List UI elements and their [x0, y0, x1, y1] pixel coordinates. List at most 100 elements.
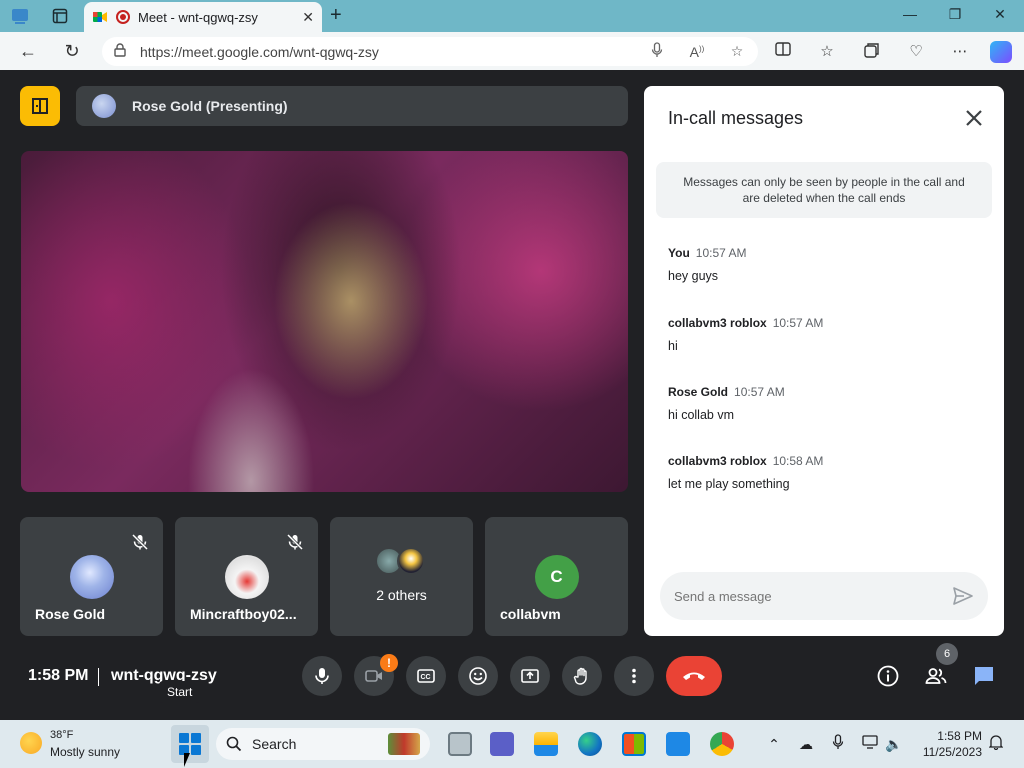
- tray-date[interactable]: 11/25/2023: [914, 745, 982, 759]
- start-tooltip: Start: [159, 681, 201, 703]
- participant-tile-mincraftboy[interactable]: Mincraftboy02...: [175, 517, 318, 636]
- mail-icon[interactable]: [666, 732, 690, 756]
- present-screen-icon: [521, 669, 539, 683]
- start-button[interactable]: [171, 725, 209, 763]
- chat-notice: Messages can only be seen by people in t…: [656, 162, 992, 218]
- message-text: let me play something: [668, 477, 790, 491]
- avatar: [69, 555, 114, 599]
- read-aloud-icon[interactable]: A)): [688, 44, 706, 60]
- chat-title: In-call messages: [668, 108, 804, 128]
- notification-bell-icon[interactable]: [986, 734, 1006, 754]
- tab-meet[interactable]: Meet - wnt-qgwq-zsy ✕: [84, 2, 322, 32]
- message-input-box[interactable]: [660, 572, 988, 620]
- new-tab-icon[interactable]: +: [330, 4, 342, 27]
- participant-tile-rose-gold[interactable]: Rose Gold: [20, 517, 163, 636]
- restore-icon[interactable]: ❐: [945, 6, 965, 23]
- search-icon: [226, 736, 242, 752]
- message-sender: collabvm3 roblox: [668, 316, 767, 330]
- participant-name: Mincraftboy02...: [190, 606, 297, 622]
- weather-description[interactable]: Mostly sunny: [50, 745, 120, 759]
- tab-close-icon[interactable]: ✕: [302, 9, 314, 26]
- in-call-messages-panel: In-call messages Messages can only be se…: [644, 86, 1004, 636]
- microphone-icon[interactable]: [648, 42, 666, 61]
- presenting-label: Rose Gold (Presenting): [132, 98, 288, 114]
- meet-favicon-icon: [92, 9, 108, 25]
- send-icon[interactable]: [952, 585, 974, 607]
- message-time: 10:57 AM: [772, 316, 824, 330]
- more-options-icon[interactable]: ⋯: [950, 42, 970, 62]
- microphone-button[interactable]: [302, 656, 342, 696]
- close-icon[interactable]: [962, 106, 986, 130]
- back-icon[interactable]: ←: [17, 41, 39, 63]
- weather-sun-icon[interactable]: [20, 732, 42, 754]
- chevron-up-icon[interactable]: ⌃: [764, 734, 784, 754]
- window-close-icon[interactable]: ✕: [990, 6, 1010, 23]
- reactions-button[interactable]: [458, 656, 498, 696]
- leave-call-button[interactable]: [666, 656, 722, 696]
- message-input[interactable]: [674, 588, 952, 604]
- participant-tile-collabvm[interactable]: C collabvm: [485, 517, 628, 636]
- participant-name: Rose Gold: [35, 606, 106, 622]
- meeting-clock: 1:58 PM: [28, 667, 89, 684]
- tab-title: Meet - wnt-qgwq-zsy: [138, 9, 258, 25]
- participant-tile-others[interactable]: 2 others: [330, 517, 473, 636]
- avatar: C: [534, 555, 579, 599]
- more-vert-icon: [632, 668, 636, 684]
- main-video-feed: [21, 151, 628, 492]
- tab-actions-icon[interactable]: [50, 6, 70, 26]
- microphone-icon: [315, 668, 329, 684]
- tray-time[interactable]: 1:58 PM: [924, 729, 982, 743]
- present-button[interactable]: [510, 656, 550, 696]
- meeting-details-button[interactable]: [874, 662, 902, 690]
- favorites-icon[interactable]: ☆: [817, 42, 837, 62]
- url-field[interactable]: https://meet.google.com/wnt-qgwq-zsy A))…: [102, 37, 758, 66]
- info-icon: [877, 665, 899, 687]
- collections-icon[interactable]: [862, 42, 882, 62]
- store-icon[interactable]: [622, 732, 646, 756]
- address-bar: ← ↻ https://meet.google.com/wnt-qgwq-zsy…: [0, 32, 1024, 70]
- presentation-icon[interactable]: [20, 86, 60, 126]
- browser-essentials-icon[interactable]: ♡: [906, 42, 926, 62]
- split-screen-icon[interactable]: [773, 42, 793, 62]
- copilot-icon[interactable]: [990, 41, 1012, 63]
- more-options-button[interactable]: [614, 656, 654, 696]
- chat-button[interactable]: [970, 662, 998, 690]
- minimize-icon[interactable]: —: [900, 6, 920, 22]
- raise-hand-icon: [573, 667, 587, 685]
- refresh-icon[interactable]: ↻: [61, 41, 83, 63]
- participant-name: collabvm: [500, 606, 561, 622]
- windows-logo-icon: [179, 733, 189, 743]
- people-button[interactable]: [922, 662, 950, 690]
- onedrive-cloud-icon[interactable]: ☁: [796, 734, 816, 754]
- divider: [98, 668, 99, 686]
- others-label: 2 others: [376, 587, 427, 603]
- taskbar-search[interactable]: Search: [216, 728, 430, 760]
- url-text[interactable]: https://meet.google.com/wnt-qgwq-zsy: [140, 44, 626, 60]
- edge-icon[interactable]: [578, 732, 602, 756]
- microphone-icon[interactable]: [828, 734, 848, 754]
- camera-warning-badge: !: [380, 654, 398, 672]
- message-sender: Rose Gold: [668, 385, 729, 399]
- emoji-icon: [469, 667, 487, 685]
- raise-hand-button[interactable]: [562, 656, 602, 696]
- network-icon[interactable]: [860, 734, 880, 754]
- chat-message: collabvm3 roblox 10:58 AM let me play som…: [668, 454, 988, 491]
- search-label: Search: [252, 736, 297, 752]
- message-text: hey guys: [668, 269, 719, 283]
- chrome-icon[interactable]: [710, 732, 734, 756]
- chat-message: Rose Gold 10:57 AM hi collab vm: [668, 385, 988, 422]
- file-explorer-icon[interactable]: [534, 732, 558, 756]
- lock-icon[interactable]: [114, 43, 128, 60]
- search-highlight-icon: [388, 733, 420, 755]
- chat-message: You 10:57 AM hey guys: [668, 246, 988, 283]
- favorite-star-icon[interactable]: ☆: [728, 43, 746, 60]
- workspaces-icon[interactable]: [10, 6, 30, 26]
- message-time: 10:58 AM: [772, 454, 824, 468]
- task-view-icon[interactable]: [448, 732, 472, 756]
- message-sender: collabvm3 roblox: [668, 454, 767, 468]
- volume-icon[interactable]: 🔈: [884, 734, 904, 754]
- weather-temperature[interactable]: 38°F: [50, 729, 73, 741]
- teams-icon[interactable]: [490, 732, 514, 756]
- camera-icon: [365, 670, 382, 682]
- captions-button[interactable]: CC: [406, 656, 446, 696]
